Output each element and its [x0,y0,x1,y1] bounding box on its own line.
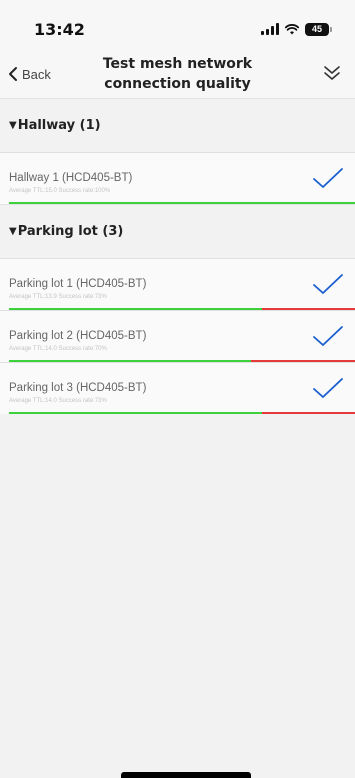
list-item[interactable]: Hallway 1 (HCD405-BT) Average TTL:15.0 S… [0,152,355,204]
wifi-icon [285,23,299,34]
quality-bar-good [9,412,262,414]
triangle-down-icon: ▼ [9,226,17,237]
status-icons: 45 [261,22,332,36]
checkmark-icon [313,326,343,346]
node-name: Parking lot 2 (HCD405-BT) [9,330,147,342]
back-button[interactable]: Back [8,66,51,82]
section-title: Parking lot (3) [17,224,124,239]
page-title-line1: Test mesh network [102,56,253,72]
quality-bar [9,412,355,414]
nav-bar: Back Test mesh network connection qualit… [0,54,355,98]
home-indicator [121,772,251,778]
node-name: Parking lot 1 (HCD405-BT) [9,278,147,290]
quality-bar-bad [261,412,355,414]
collapse-all-button[interactable] [323,64,341,87]
checkmark-icon [313,378,343,398]
quality-bar [9,202,355,204]
cellular-signal-icon [261,23,279,35]
status-time: 13:42 [34,20,85,39]
node-stats: Average TTL:14.0 Success rate:73% [9,398,107,404]
checkmark-icon [313,168,343,188]
list-item[interactable]: Parking lot 1 (HCD405-BT) Average TTL:13… [0,258,355,310]
node-stats: Average TTL:15.0 Success rate:100% [9,188,111,194]
quality-bar-good [9,202,355,204]
battery-icon: 45 [305,22,332,36]
node-stats: Average TTL:13.9 Success rate:73% [9,294,107,300]
page-title: Test mesh network connection quality [90,54,265,94]
page-title-line2: connection quality [104,76,251,92]
double-chevron-down-icon [324,66,340,80]
chevron-left-icon [9,67,17,81]
node-list: ▼ Hallway (1) Hallway 1 (HCD405-BT) Aver… [0,98,355,414]
status-bar: 13:42 45 [0,0,355,54]
node-stats: Average TTL:14.0 Success rate:70% [9,346,107,352]
triangle-down-icon: ▼ [9,120,17,131]
checkmark-icon [313,274,343,294]
section-header-parking-lot[interactable]: ▼ Parking lot (3) [0,204,355,258]
section-header-hallway[interactable]: ▼ Hallway (1) [0,98,355,152]
back-label: Back [22,66,51,82]
node-name: Hallway 1 (HCD405-BT) [9,172,133,184]
section-title: Hallway (1) [17,118,101,133]
list-item[interactable]: Parking lot 2 (HCD405-BT) Average TTL:14… [0,310,355,362]
node-name: Parking lot 3 (HCD405-BT) [9,382,147,394]
list-item[interactable]: Parking lot 3 (HCD405-BT) Average TTL:14… [0,362,355,414]
